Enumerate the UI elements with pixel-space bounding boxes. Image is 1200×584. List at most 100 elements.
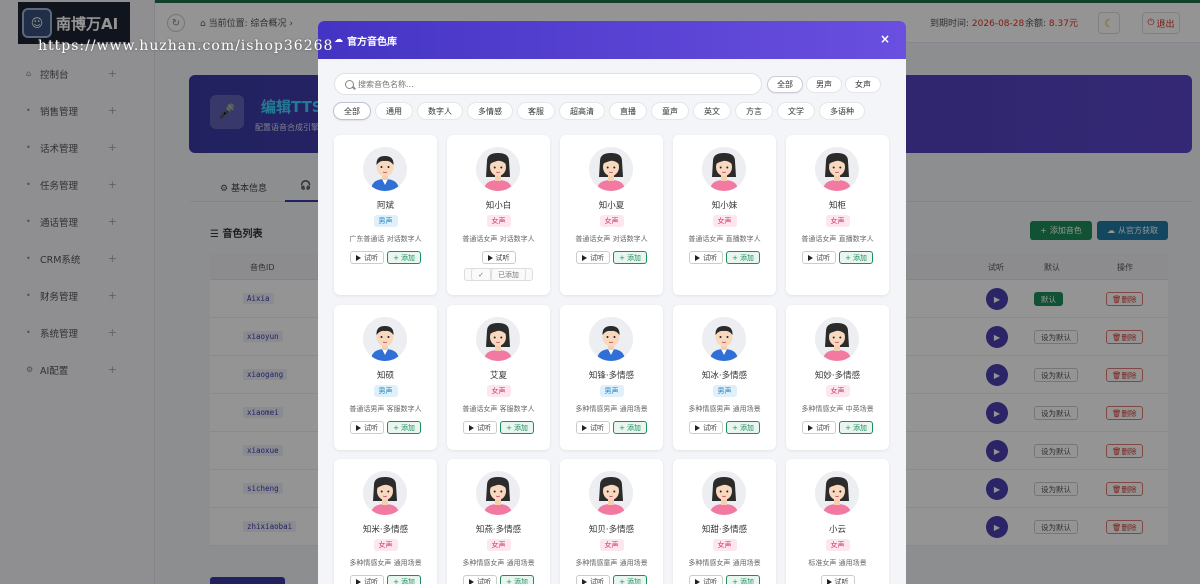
voice-description: 多种情感男声 通用场景 xyxy=(688,405,761,413)
category-pill[interactable]: 多情感 xyxy=(468,103,512,119)
voice-description: 多种情感女声 通用场景 xyxy=(349,559,422,567)
try-label: 试听 xyxy=(477,423,492,432)
add-voice-button[interactable]: + 添加 xyxy=(839,421,873,434)
play-icon xyxy=(695,578,701,584)
add-voice-button[interactable]: + 添加 xyxy=(387,251,421,264)
voice-description: 多种情感女声 中英场景 xyxy=(801,405,874,413)
add-voice-button[interactable]: + 添加 xyxy=(387,575,421,584)
category-pill[interactable]: 超高清 xyxy=(560,103,604,119)
category-pill[interactable]: 童声 xyxy=(652,103,688,119)
voice-description: 普通话女声 对话数字人 xyxy=(462,235,535,243)
try-listen-button[interactable]: 试听 xyxy=(350,575,385,584)
try-label: 试听 xyxy=(816,423,831,432)
plus-icon: + xyxy=(732,423,738,432)
try-label: 试听 xyxy=(590,577,605,584)
voice-name: 知妙·多情感 xyxy=(814,371,861,381)
try-listen-button[interactable]: 试听 xyxy=(576,421,611,434)
add-voice-button[interactable]: + 添加 xyxy=(613,421,647,434)
voice-description: 普通话女声 直播数字人 xyxy=(801,235,874,243)
category-pill[interactable]: 方言 xyxy=(736,103,772,119)
add-voice-button[interactable]: + 添加 xyxy=(500,421,534,434)
male-avatar-icon xyxy=(363,317,407,361)
voice-name: 知小夏 xyxy=(598,201,625,211)
category-pill[interactable]: 文学 xyxy=(778,103,814,119)
voice-name: 知小白 xyxy=(485,201,512,211)
add-voice-button[interactable]: + 添加 xyxy=(726,251,760,264)
add-voice-button[interactable]: + 添加 xyxy=(839,251,873,264)
add-label: 添加 xyxy=(739,577,754,584)
close-icon[interactable]: × xyxy=(880,32,890,46)
gender-badge: 女声 xyxy=(825,215,850,227)
play-icon xyxy=(469,578,475,584)
card-actions: 试听 + 添加 xyxy=(560,421,663,434)
modal-header: ☁ 官方音色库 × xyxy=(318,21,906,59)
try-listen-button[interactable]: 试听 xyxy=(802,251,837,264)
category-pill[interactable]: 直播 xyxy=(610,103,646,119)
try-label: 试听 xyxy=(590,253,605,262)
add-voice-button[interactable]: + 添加 xyxy=(726,421,760,434)
try-listen-button[interactable]: 试听 xyxy=(350,421,385,434)
voice-card: 知硕 男声 普通话男声 客服数字人 试听 + 添加 xyxy=(334,305,437,450)
plus-icon: + xyxy=(732,253,738,262)
voice-card: 阿斌 男声 广东普通话 对话数字人 试听 + 添加 xyxy=(334,135,437,295)
card-actions: 试听 xyxy=(447,251,550,264)
try-listen-button[interactable]: 试听 xyxy=(689,421,724,434)
category-pill[interactable]: 数字人 xyxy=(418,103,462,119)
voice-name: 知锋·多情感 xyxy=(588,371,635,381)
try-listen-button[interactable]: 试听 xyxy=(463,421,498,434)
try-label: 试听 xyxy=(703,423,718,432)
add-voice-button[interactable]: + 添加 xyxy=(613,251,647,264)
check-icon: ✓ xyxy=(471,268,491,281)
voice-card: 小云 女声 标准女声 通用场景 试听 xyxy=(786,459,889,584)
play-icon xyxy=(582,424,588,431)
try-listen-button[interactable]: 试听 xyxy=(463,575,498,584)
card-actions: 试听 + 添加 xyxy=(786,421,889,434)
try-label: 试听 xyxy=(364,423,379,432)
voice-description: 标准女声 通用场景 xyxy=(808,559,867,567)
category-pill[interactable]: 多语种 xyxy=(820,103,864,119)
add-voice-button[interactable]: + 添加 xyxy=(613,575,647,584)
plus-icon: + xyxy=(732,577,738,584)
voice-name: 知小妹 xyxy=(711,201,738,211)
category-pill[interactable]: 客服 xyxy=(518,103,554,119)
play-icon xyxy=(826,578,832,584)
try-label: 试听 xyxy=(364,577,379,584)
add-voice-button[interactable]: + 添加 xyxy=(500,575,534,584)
add-label: 添加 xyxy=(626,577,641,584)
add-voice-button[interactable]: + 添加 xyxy=(387,421,421,434)
gender-badge: 男声 xyxy=(599,385,624,397)
category-pill[interactable]: 英文 xyxy=(694,103,730,119)
try-label: 试听 xyxy=(834,577,849,584)
try-label: 试听 xyxy=(590,423,605,432)
gender-filter-pill[interactable]: 全部 xyxy=(768,77,802,92)
try-listen-button[interactable]: 试听 xyxy=(481,251,516,264)
try-label: 试听 xyxy=(364,253,379,262)
voice-name: 知甜·多情感 xyxy=(701,525,748,535)
try-listen-button[interactable]: 试听 xyxy=(820,575,855,584)
try-listen-button[interactable]: 试听 xyxy=(576,575,611,584)
category-pill[interactable]: 全部 xyxy=(334,103,370,119)
gender-badge: 女声 xyxy=(825,385,850,397)
voice-description: 广东普通话 对话数字人 xyxy=(349,235,422,243)
gender-badge: 女声 xyxy=(486,385,511,397)
try-listen-button[interactable]: 试听 xyxy=(689,251,724,264)
voice-card: 知小白 女声 普通话女声 对话数字人 试听 ✓ 已添加 xyxy=(447,135,550,295)
gender-filter-pill[interactable]: 女声 xyxy=(846,77,880,92)
voice-description: 多种情感男声 通用场景 xyxy=(575,405,648,413)
add-voice-button[interactable]: + 添加 xyxy=(726,575,760,584)
add-label: 添加 xyxy=(400,577,415,584)
try-listen-button[interactable]: 试听 xyxy=(576,251,611,264)
category-pill[interactable]: 通用 xyxy=(376,103,412,119)
try-listen-button[interactable]: 试听 xyxy=(689,575,724,584)
search-input[interactable] xyxy=(358,79,738,89)
play-icon xyxy=(695,424,701,431)
try-listen-button[interactable]: 试听 xyxy=(802,421,837,434)
card-actions: 试听 + 添加 xyxy=(334,251,437,264)
female-avatar-icon xyxy=(702,471,746,515)
plus-icon: + xyxy=(619,253,625,262)
search-box xyxy=(334,73,762,95)
try-listen-button[interactable]: 试听 xyxy=(350,251,385,264)
voice-description: 多种情感女声 通用场景 xyxy=(462,559,535,567)
add-label: 添加 xyxy=(852,423,867,432)
gender-filter-pill[interactable]: 男声 xyxy=(807,77,841,92)
